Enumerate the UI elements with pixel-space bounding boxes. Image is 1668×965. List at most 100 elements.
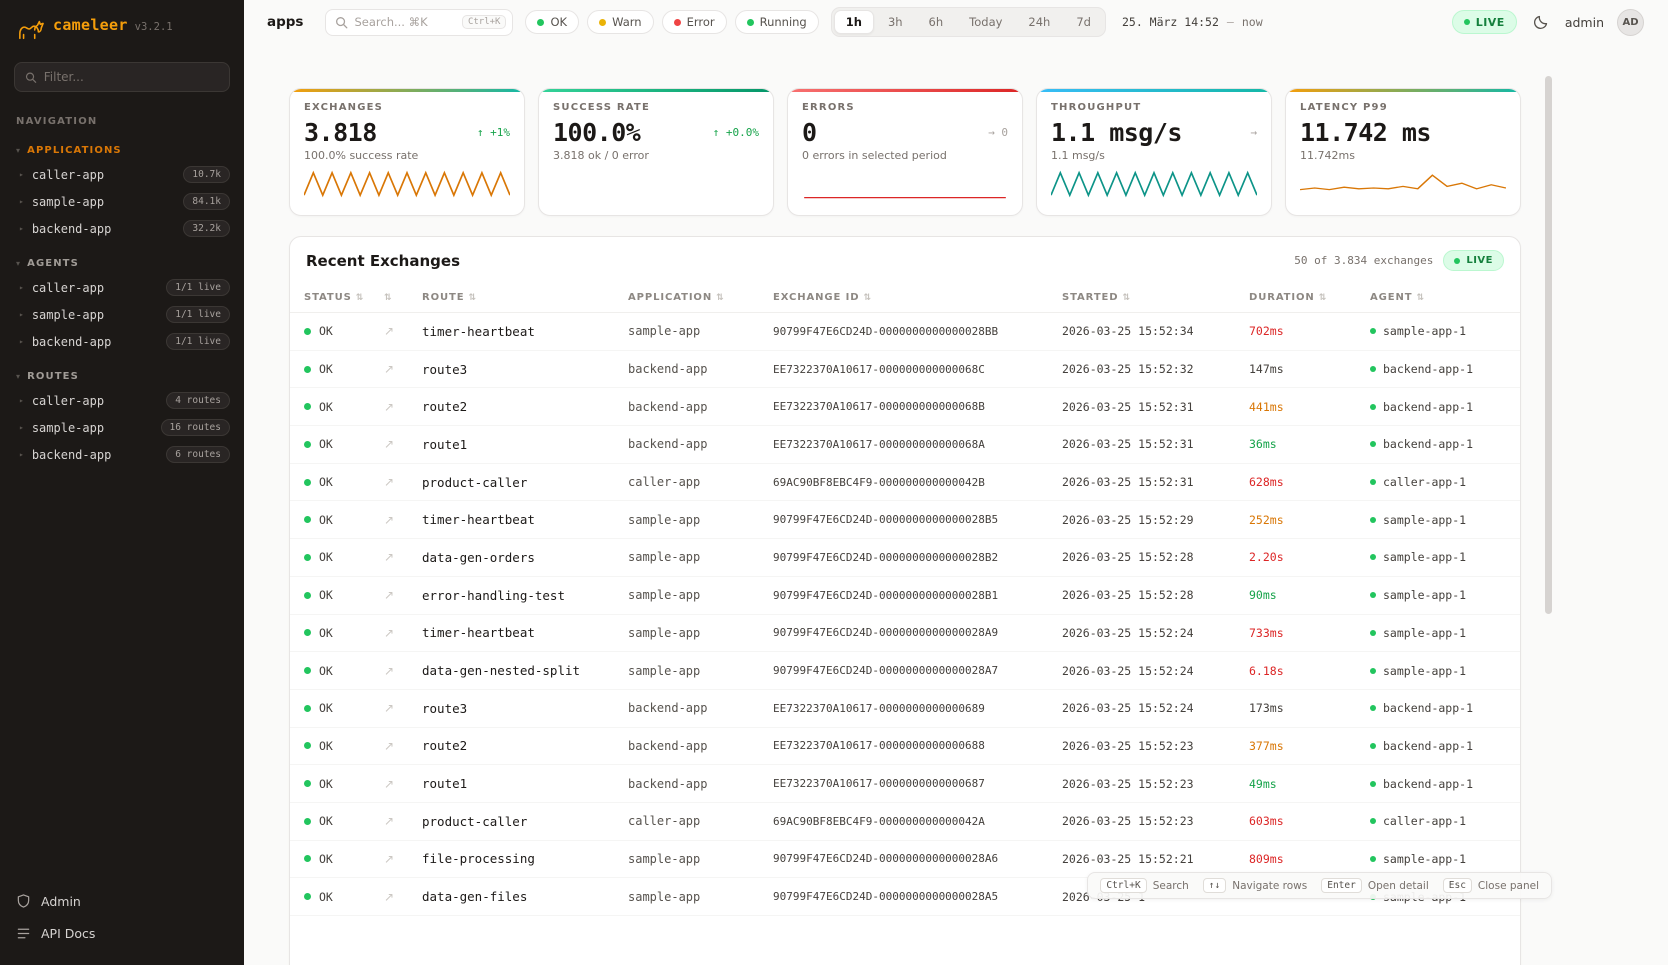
status-ok-dot-icon [304,328,311,335]
stat-delta: → 0 [988,126,1008,139]
column-header-expand[interactable]: ⇅ [384,293,422,303]
sidebar-item-routes-backend-app[interactable]: ▸backend-app6 routes [0,441,244,468]
stat-title: ERRORS [802,102,1008,113]
status-label: OK [319,777,333,791]
column-label: STATUS [304,292,352,303]
app-name: cameleer [53,16,128,34]
range-button-1h[interactable]: 1h [834,10,874,34]
hint-key: Ctrl+K [1100,878,1146,893]
global-search[interactable]: Search... ⌘K Ctrl+K [325,9,513,36]
route-name: route1 [422,437,628,452]
table-row[interactable]: OK↗route1backend-appEE7322370A10617-0000… [290,765,1520,803]
table-row[interactable]: OK↗route2backend-appEE7322370A10617-0000… [290,388,1520,426]
started-timestamp: 2026-03-25 15:52:28 [1062,588,1249,602]
filter-pill-label: Error [687,15,715,29]
scrollbar-thumb[interactable] [1545,76,1552,614]
sidebar-item-routes-caller-app[interactable]: ▸caller-app4 routes [0,387,244,414]
table-row[interactable]: OK↗timer-heartbeatsample-app90799F47E6CD… [290,313,1520,351]
table-row[interactable]: OK↗product-callercaller-app69AC90BF8EBC4… [290,803,1520,841]
agent-cell: sample-app-1 [1370,324,1520,338]
chevron-right-icon: ▸ [19,450,24,459]
filter-pill-label: Warn [612,15,642,29]
table-row[interactable]: OK↗data-gen-nested-splitsample-app90799F… [290,652,1520,690]
table-row[interactable]: OK↗route1backend-appEE7322370A10617-0000… [290,426,1520,464]
range-button-6h[interactable]: 6h [917,10,956,34]
column-header-started[interactable]: STARTED⇅ [1062,292,1249,303]
application-name: sample-app [628,852,773,866]
range-button-24h[interactable]: 24h [1016,10,1062,34]
table-row[interactable]: OK↗timer-heartbeatsample-app90799F47E6CD… [290,615,1520,653]
application-name: backend-app [628,777,773,791]
status-label: OK [319,475,333,489]
sparkline [1300,168,1506,200]
column-header-application[interactable]: APPLICATION⇅ [628,292,773,303]
table-row[interactable]: OK↗route3backend-appEE7322370A10617-0000… [290,351,1520,389]
sidebar-item-applications-sample-app[interactable]: ▸sample-app84.1k [0,188,244,215]
column-header-agent[interactable]: AGENT⇅ [1370,292,1520,303]
agent-live-dot-icon [1370,630,1376,636]
table-row[interactable]: OK↗error-handling-testsample-app90799F47… [290,577,1520,615]
application-name: sample-app [628,513,773,527]
duration-value: 377ms [1249,739,1370,753]
sidebar-item-routes-sample-app[interactable]: ▸sample-app16 routes [0,414,244,441]
column-header-duration[interactable]: DURATION⇅ [1249,292,1370,303]
dark-mode-toggle[interactable] [1530,11,1552,33]
column-header-route[interactable]: ROUTE⇅ [422,292,628,303]
sidebar-filter[interactable] [14,62,230,92]
open-row-icon: ↗ [384,852,422,866]
filter-pill-label: OK [550,15,567,29]
sidebar-item-applications-caller-app[interactable]: ▸caller-app10.7k [0,161,244,188]
status-label: OK [319,513,333,527]
table-row[interactable]: OK↗timer-heartbeatsample-app90799F47E6CD… [290,501,1520,539]
stat-card-success-rate: SUCCESS RATE100.0%↑ +0.0%3.818 ok / 0 er… [538,88,774,216]
sidebar-item-label: caller-app [32,168,104,182]
hint-open-detail: EnterOpen detail [1321,878,1429,893]
section-header-routes[interactable]: ▾ROUTES [16,371,228,382]
filter-pill-error[interactable]: Error [662,10,727,34]
stat-subtext: 100.0% success rate [304,149,510,162]
column-label: STARTED [1062,292,1119,303]
live-dot-icon [1464,19,1470,25]
sidebar-item-agents-sample-app[interactable]: ▸sample-app1/1 live [0,301,244,328]
stat-delta: ↑ +1% [477,126,510,139]
sidebar-item-api-docs[interactable]: API Docs [16,917,228,949]
table-row[interactable]: OK↗product-callercaller-app69AC90BF8EBC4… [290,464,1520,502]
table-row[interactable]: OK↗data-gen-orderssample-app90799F47E6CD… [290,539,1520,577]
filter-pill-running[interactable]: Running [735,10,819,34]
stat-delta: → [1250,126,1257,139]
section-header-applications[interactable]: ▾APPLICATIONS [16,145,228,156]
stat-value: 1.1 msg/s [1051,118,1182,147]
column-header-exchange-id[interactable]: EXCHANGE ID⇅ [773,292,1062,303]
agent-cell: backend-app-1 [1370,437,1520,451]
status-cell: OK [304,400,384,414]
sidebar-item-agents-backend-app[interactable]: ▸backend-app1/1 live [0,328,244,355]
filter-pill-ok[interactable]: OK [525,10,579,34]
open-row-icon: ↗ [384,588,422,602]
stats-row: EXCHANGES3.818↑ +1%100.0% success rateSU… [289,88,1521,216]
sidebar-item-agents-caller-app[interactable]: ▸caller-app1/1 live [0,274,244,301]
range-button-7d[interactable]: 7d [1064,10,1103,34]
application-name: backend-app [628,739,773,753]
filter-pill-warn[interactable]: Warn [587,10,654,34]
sidebar-item-applications-backend-app[interactable]: ▸backend-app32.2k [0,215,244,242]
section-header-agents[interactable]: ▾AGENTS [16,258,228,269]
hint-label: Search [1153,880,1189,892]
sidebar-item-label: caller-app [32,281,104,295]
range-button-today[interactable]: Today [957,10,1014,34]
avatar[interactable]: AD [1617,9,1644,36]
column-header-status[interactable]: STATUS⇅ [304,292,384,303]
status-cell: OK [304,852,384,866]
agent-live-dot-icon [1370,818,1376,824]
open-row-icon: ↗ [384,701,422,715]
stat-subtext: 1.1 msg/s [1051,149,1257,162]
started-timestamp: 2026-03-25 15:52:24 [1062,701,1249,715]
status-ok-dot-icon [304,554,311,561]
agent-name: backend-app-1 [1383,400,1473,414]
table-row[interactable]: OK↗route2backend-appEE7322370A10617-0000… [290,728,1520,766]
footer-item-label: API Docs [41,926,95,941]
sidebar-item-admin[interactable]: Admin [16,885,228,917]
filter-input[interactable] [44,70,219,84]
table-row[interactable]: OK↗route3backend-appEE7322370A10617-0000… [290,690,1520,728]
status-label: OK [319,324,333,338]
range-button-3h[interactable]: 3h [876,10,915,34]
